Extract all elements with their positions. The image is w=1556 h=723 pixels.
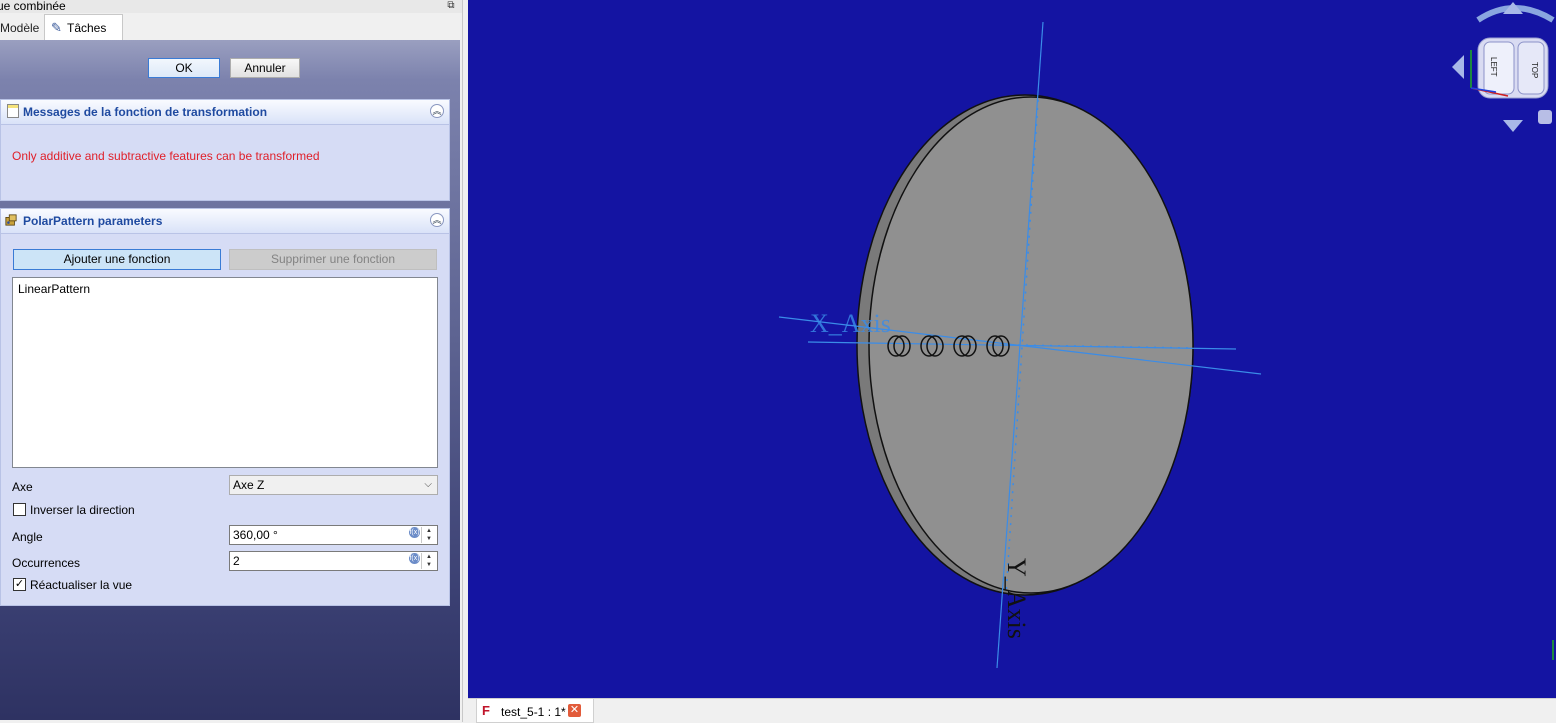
- polar-pattern-panel-title: PolarPattern parameters: [23, 214, 163, 228]
- polar-pattern-panel: PolarPattern parameters ︽ Ajouter une fo…: [0, 208, 450, 606]
- document-tab-bar: F test_5-1 : 1* ✕: [468, 698, 1556, 723]
- checkmark-icon: ✓: [14, 578, 25, 590]
- collapse-icon[interactable]: ︽: [430, 104, 444, 118]
- cube-face-left[interactable]: [1483, 41, 1515, 95]
- collapse-icon[interactable]: ︽: [430, 213, 444, 227]
- combo-view: ue combinée ⧉ Modèle ✎ Tâches OK Annuler …: [0, 0, 463, 722]
- refresh-view-checkbox[interactable]: ✓: [13, 578, 26, 591]
- reverse-direction-checkbox[interactable]: [13, 503, 26, 516]
- document-tab[interactable]: F test_5-1 : 1* ✕: [476, 699, 594, 723]
- reverse-direction-label: Inverser la direction: [30, 503, 135, 517]
- cube-top-label: TOP: [1530, 62, 1539, 78]
- spin-arrows-icon[interactable]: ▲ ▼: [421, 527, 436, 543]
- y-axis-label: Y_Axis: [1002, 558, 1031, 639]
- pencil-icon: ✎: [51, 20, 62, 35]
- feature-list[interactable]: LinearPattern: [12, 277, 438, 468]
- expression-icon[interactable]: f(x): [409, 553, 420, 564]
- view-menu-icon[interactable]: [1538, 110, 1552, 124]
- navigation-cube[interactable]: LEFT TOP: [1452, 2, 1555, 132]
- occurrences-label: Occurrences: [12, 556, 81, 570]
- axis-select-value: Axe Z: [233, 478, 265, 492]
- combo-tabs: Modèle ✎ Tâches: [0, 14, 462, 40]
- cancel-button[interactable]: Annuler: [230, 58, 300, 78]
- occurrences-spinbox[interactable]: 2 f(x) ▲ ▼: [229, 551, 438, 571]
- combo-view-title: ue combinée: [0, 0, 66, 13]
- document-tab-label: test_5-1 : 1*: [501, 705, 566, 719]
- messages-panel: Messages de la fonction de transformatio…: [0, 99, 450, 201]
- angle-label: Angle: [12, 530, 43, 544]
- occurrences-value: 2: [233, 554, 240, 568]
- list-item[interactable]: LinearPattern: [18, 282, 90, 296]
- remove-feature-button[interactable]: Supprimer une fonction: [229, 249, 437, 270]
- error-message: Only additive and subtractive features c…: [12, 149, 320, 163]
- messages-panel-header[interactable]: Messages de la fonction de transformatio…: [1, 100, 449, 125]
- tab-model[interactable]: Modèle: [0, 17, 44, 39]
- expression-icon[interactable]: f(x): [409, 527, 420, 538]
- note-icon: [7, 104, 19, 118]
- combo-view-title-bar: ue combinée ⧉: [0, 0, 462, 13]
- polar-pattern-panel-header[interactable]: PolarPattern parameters ︽: [1, 209, 449, 234]
- tab-tasks-label: Tâches: [67, 21, 107, 35]
- angle-value: 360,00 °: [233, 528, 278, 542]
- spin-arrows-icon[interactable]: ▲ ▼: [421, 553, 436, 569]
- task-panel: OK Annuler Messages de la fonction de tr…: [0, 40, 460, 720]
- close-icon[interactable]: ✕: [568, 704, 581, 717]
- tab-tasks[interactable]: ✎ Tâches: [44, 14, 123, 40]
- ok-button[interactable]: OK: [148, 58, 220, 78]
- arrow-left-icon[interactable]: [1452, 55, 1464, 79]
- add-feature-button[interactable]: Ajouter une fonction: [13, 249, 221, 270]
- messages-panel-title: Messages de la fonction de transformatio…: [23, 105, 268, 119]
- chevron-down-icon: ⌵: [424, 479, 432, 490]
- refresh-view-label: Réactualiser la vue: [30, 578, 133, 592]
- axis-label: Axe: [12, 480, 33, 494]
- undock-icon[interactable]: ⧉: [446, 1, 456, 11]
- 3d-scene: X_Axis Y_Axis LEFT TOP: [778, 2, 1555, 669]
- dialog-button-bar: OK Annuler: [0, 58, 460, 82]
- 3d-viewport[interactable]: X_Axis Y_Axis LEFT TOP: [468, 0, 1556, 698]
- polar-pattern-icon: [5, 214, 17, 226]
- cube-left-label: LEFT: [1489, 57, 1498, 77]
- freecad-document-icon: F: [482, 703, 490, 718]
- arrow-down-icon[interactable]: [1503, 120, 1523, 132]
- axis-select[interactable]: Axe Z ⌵: [229, 475, 438, 495]
- tab-model-label: Modèle: [0, 21, 40, 35]
- disk-face[interactable]: [868, 96, 1194, 594]
- angle-spinbox[interactable]: 360,00 ° f(x) ▲ ▼: [229, 525, 438, 545]
- x-axis-label: X_Axis: [810, 309, 891, 338]
